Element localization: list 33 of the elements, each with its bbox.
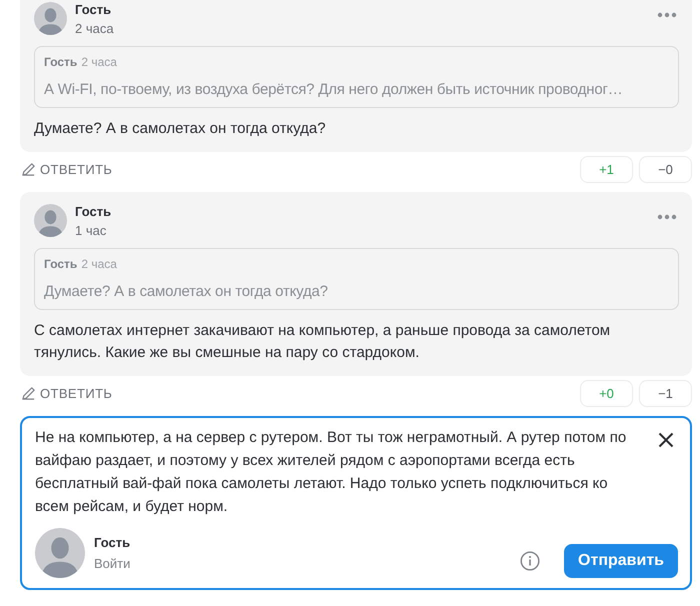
quoted-author: Гость bbox=[44, 257, 78, 271]
pencil-icon bbox=[21, 162, 36, 177]
reply-button[interactable]: ОТВЕТИТЬ bbox=[20, 386, 112, 401]
comment-input-field[interactable]: Не на компьютер, а на сервер с рутером. Вот ты тож неграмотный. А рутер потом по вайфаю раздает, и поэтому у всех жителей рядом с аэропортами всегда есть бесплатный вай-фай пока самолеты летают. Надо только успеть подключиться ко всем рейсам, и будет норм. bbox=[35, 426, 642, 518]
author-name: Гость bbox=[94, 535, 132, 550]
comment-text: Думаете? А в самолетах он тогда откуда? bbox=[34, 119, 327, 139]
comment-time: 1 час bbox=[75, 223, 108, 238]
quoted-text: Думаете? А в самолетах он тогда откуда? bbox=[44, 283, 329, 300]
comment-time: 2 часа bbox=[75, 21, 115, 36]
author-name: Гость bbox=[75, 2, 112, 17]
info-icon[interactable] bbox=[520, 551, 540, 571]
author-name: Гость bbox=[75, 204, 112, 219]
close-icon bbox=[658, 432, 674, 448]
login-link[interactable]: Войти bbox=[94, 556, 512, 571]
submit-button[interactable]: Отправить bbox=[564, 544, 678, 578]
more-button[interactable] bbox=[655, 212, 679, 222]
more-icon bbox=[657, 12, 677, 18]
more-icon bbox=[657, 214, 677, 220]
upvote-button[interactable]: +1 bbox=[580, 156, 633, 183]
quoted-author: Гость bbox=[44, 55, 78, 69]
avatar-icon bbox=[35, 528, 85, 578]
reply-button[interactable]: ОТВЕТИТЬ bbox=[20, 162, 112, 177]
comment-text: С самолетах интернет закачивают на компьютер, а раньше провода за самолетом тянулись. Какие же вы смешные на пару со стардоком. bbox=[34, 321, 612, 363]
quoted-time: 2 часа bbox=[81, 257, 117, 271]
pencil-icon bbox=[21, 386, 36, 401]
avatar-icon bbox=[34, 2, 67, 35]
downvote-button[interactable]: −1 bbox=[639, 380, 692, 407]
avatar-icon bbox=[34, 204, 67, 237]
more-button[interactable] bbox=[655, 10, 679, 20]
quoted-text: А Wi-FI, по-твоему, из воздуха берётся? Для него должен быть источник проводног… bbox=[44, 81, 624, 98]
downvote-button[interactable]: −0 bbox=[639, 156, 692, 183]
upvote-button[interactable]: +0 bbox=[580, 380, 633, 407]
quoted-time: 2 часа bbox=[81, 55, 117, 69]
